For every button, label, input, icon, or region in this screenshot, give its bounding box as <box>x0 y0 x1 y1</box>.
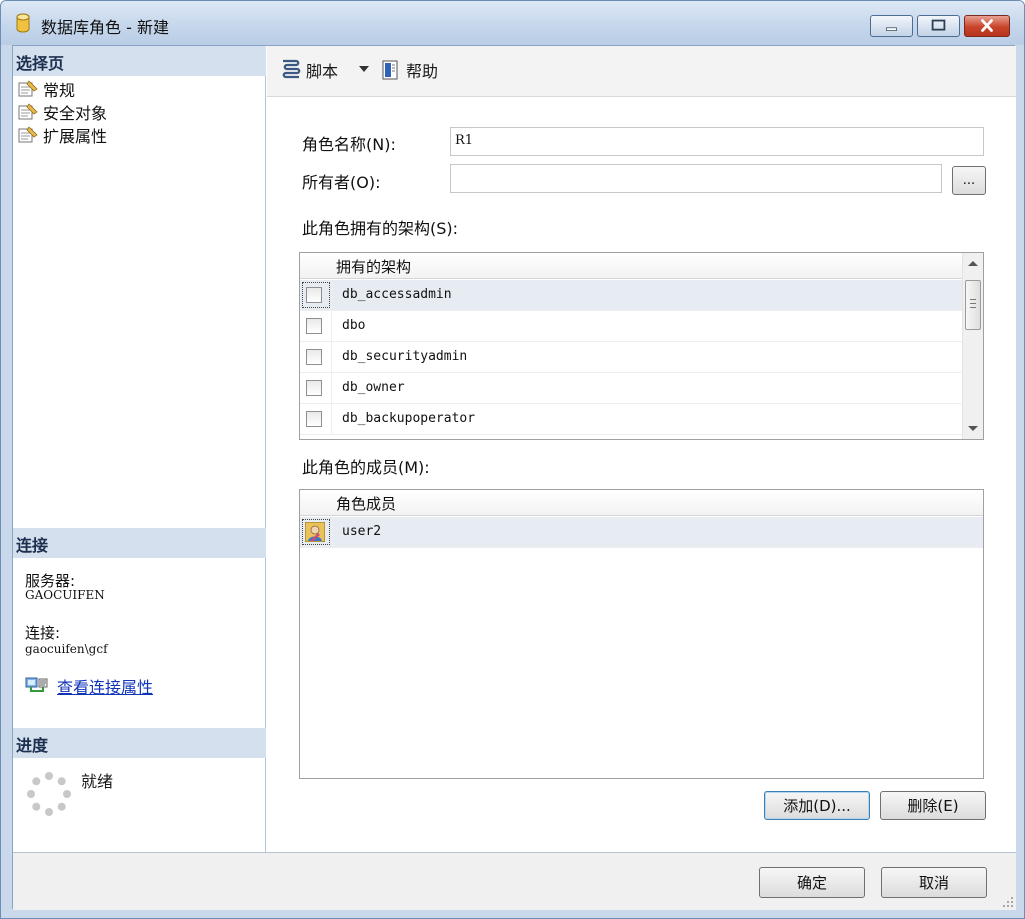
schema-checkbox[interactable] <box>306 287 322 303</box>
script-icon <box>282 59 301 79</box>
scroll-up-arrow-icon[interactable] <box>968 261 978 266</box>
scroll-thumb[interactable] <box>965 280 981 330</box>
schema-checkbox-cell <box>300 311 332 341</box>
schemas-vertical-scrollbar[interactable] <box>962 253 983 439</box>
dialog-client: 选择页 常规 安全对象 扩展属性 连接 服务器: GAOCUIFEN 连接: g… <box>12 45 1016 910</box>
member-name: user2 <box>342 524 382 539</box>
script-button[interactable]: 脚本 <box>279 58 338 82</box>
progress-spinner-icon <box>27 772 71 816</box>
schema-name: dbo <box>342 318 366 333</box>
schema-checkbox[interactable] <box>306 380 322 396</box>
member-row[interactable]: user2 <box>300 517 983 548</box>
schema-checkbox[interactable] <box>306 411 322 427</box>
script-label: 脚本 <box>306 62 339 81</box>
page-icon <box>18 103 38 120</box>
schemas-grid-header: 拥有的架构 <box>300 253 963 279</box>
progress-status: 就绪 <box>81 772 114 791</box>
view-connection-properties-link[interactable]: 查看连接属性 <box>57 674 153 698</box>
user-icon <box>305 522 325 542</box>
thumb-grip <box>970 299 976 300</box>
add-member-button[interactable]: 添加(D)... <box>764 791 870 820</box>
schema-row[interactable]: db_securityadmin <box>300 342 963 373</box>
owned-schemas-label: 此角色拥有的架构(S): <box>302 219 459 238</box>
owner-browse-button[interactable]: ... <box>952 166 986 195</box>
nav-item-general[interactable]: 常规 <box>17 78 75 100</box>
close-icon <box>981 19 993 32</box>
right-pane: 脚本 帮助 角色名称(N): R1 所有者(O): ... 此角色拥有的架构(S… <box>267 46 1016 852</box>
cancel-button[interactable]: 取消 <box>881 867 987 898</box>
toolbar: 脚本 帮助 <box>267 46 1016 97</box>
minimize-icon <box>886 27 897 31</box>
connection-header: 连接 <box>13 528 266 558</box>
members-grid-header: 角色成员 <box>300 490 983 516</box>
schema-checkbox[interactable] <box>306 318 322 334</box>
schema-name: db_accessadmin <box>342 287 452 302</box>
schema-row[interactable]: dbo <box>300 311 963 342</box>
schema-checkbox-cell <box>300 373 332 403</box>
connection-properties-icon <box>25 677 48 692</box>
schema-name: db_owner <box>342 380 405 395</box>
close-button[interactable] <box>964 15 1010 37</box>
select-page-header: 选择页 <box>13 46 266 76</box>
maximize-icon <box>931 19 946 31</box>
nav-item-extended-properties[interactable]: 扩展属性 <box>17 124 107 146</box>
progress-header: 进度 <box>13 728 266 758</box>
resize-grip-icon[interactable] <box>1002 896 1014 908</box>
owned-schemas-column-header: 拥有的架构 <box>336 258 412 276</box>
owner-label: 所有者(O): <box>302 173 381 192</box>
connection-label: 连接: <box>25 624 61 642</box>
dialog-footer: 确定 取消 <box>13 852 1016 910</box>
remove-member-button[interactable]: 删除(E) <box>880 791 986 820</box>
maximize-button[interactable] <box>917 15 960 37</box>
schema-row[interactable]: db_backupoperator <box>300 404 963 435</box>
page-icon <box>18 126 38 143</box>
left-pane: 选择页 常规 安全对象 扩展属性 连接 服务器: GAOCUIFEN 连接: g… <box>13 46 266 852</box>
role-name-input[interactable]: R1 <box>450 127 984 156</box>
schema-checkbox-cell <box>300 404 332 434</box>
nav-item-label: 安全对象 <box>43 104 108 123</box>
schema-checkbox-cell <box>300 280 332 310</box>
schema-row[interactable]: db_owner <box>300 373 963 404</box>
role-name-label: 角色名称(N): <box>302 135 396 154</box>
member-icon-cell <box>300 517 332 547</box>
title-bar[interactable]: 数据库角色 - 新建 <box>1 1 1024 45</box>
owner-input[interactable] <box>450 164 942 193</box>
help-label: 帮助 <box>406 62 439 81</box>
role-members-label: 此角色的成员(M): <box>302 458 430 477</box>
view-connection-properties[interactable]: 查看连接属性 <box>25 674 153 698</box>
server-value: GAOCUIFEN <box>25 588 105 602</box>
nav-item-label: 扩展属性 <box>43 127 108 146</box>
schema-name: db_securityadmin <box>342 349 468 364</box>
help-button[interactable]: 帮助 <box>379 58 438 82</box>
role-members-grid: 角色成员 user2 <box>299 489 984 779</box>
nav-item-label: 常规 <box>43 81 76 100</box>
role-members-column-header: 角色成员 <box>336 495 397 513</box>
nav-item-securables[interactable]: 安全对象 <box>17 101 107 123</box>
schema-checkbox-cell <box>300 342 332 372</box>
minimize-button[interactable] <box>870 15 913 37</box>
ok-button[interactable]: 确定 <box>759 867 865 898</box>
scroll-down-arrow-icon[interactable] <box>968 426 978 431</box>
script-dropdown-arrow[interactable] <box>359 66 369 72</box>
schema-row[interactable]: db_accessadmin <box>300 280 963 311</box>
help-icon <box>382 60 398 80</box>
page-icon <box>18 80 38 97</box>
dialog-window: 数据库角色 - 新建 选择页 常规 安全对象 扩展属性 连接 服务器: GAOC… <box>0 0 1025 919</box>
thumb-grip <box>970 303 976 304</box>
schema-name: db_backupoperator <box>342 411 476 426</box>
owned-schemas-grid: 拥有的架构 db_accessadmin dbo db_securityadmi… <box>299 252 984 440</box>
database-icon <box>16 13 30 33</box>
schema-checkbox[interactable] <box>306 349 322 365</box>
window-title: 数据库角色 - 新建 <box>41 18 169 37</box>
connection-value: gaocuifen\gcf <box>25 642 108 656</box>
thumb-grip <box>970 307 976 308</box>
